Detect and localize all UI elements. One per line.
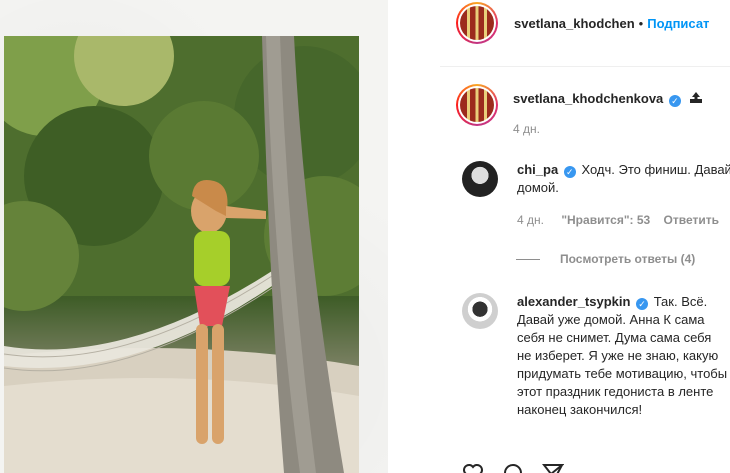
photo-illustration	[4, 36, 359, 473]
caption-block: svetlana_khodchenkova ✓ 4 дн.	[456, 84, 730, 138]
header-separator: •	[638, 15, 644, 31]
post-media-panel	[0, 0, 388, 473]
comment-meta: 4 дн. "Нравится": 53 Ответить	[517, 211, 730, 229]
comment-username[interactable]: chi_pa	[517, 162, 558, 177]
post-header: svetlana_khodchen • Подписат	[456, 2, 709, 44]
comment-likes[interactable]: "Нравится": 53	[561, 213, 650, 227]
caption-time: 4 дн.	[513, 122, 540, 136]
header-divider	[440, 66, 730, 67]
comment-icon[interactable]	[502, 462, 524, 473]
comment-item: alexander_tsypkin ✓ Так. Всё. Давай уже …	[459, 293, 729, 419]
heart-icon[interactable]	[462, 462, 484, 473]
comment-item: chi_pa ✓ Ходч. Это финиш. Давай домой. 4…	[459, 161, 730, 229]
author-avatar[interactable]	[456, 2, 498, 44]
comment-text: Так. Всё. Давай уже домой. Анна К сама с…	[517, 294, 728, 417]
caption-username[interactable]: svetlana_khodchenkova	[513, 91, 663, 106]
share-icon[interactable]	[542, 462, 564, 473]
author-username[interactable]: svetlana_khodchen	[514, 16, 635, 31]
comment-avatar[interactable]	[462, 161, 498, 197]
verified-icon: ✓	[563, 166, 576, 178]
reply-button[interactable]: Ответить	[664, 213, 719, 227]
view-replies-label[interactable]: Посмотреть ответы (4)	[560, 252, 695, 266]
comment-time: 4 дн.	[517, 213, 544, 227]
replies-line	[516, 258, 540, 260]
follow-button[interactable]: Подписат	[647, 16, 709, 31]
action-bar	[462, 462, 564, 473]
comment-avatar[interactable]	[462, 293, 498, 329]
caption-avatar[interactable]	[456, 84, 498, 126]
comment-username[interactable]: alexander_tsypkin	[517, 294, 630, 309]
verified-icon: ✓	[668, 95, 681, 107]
post-photo[interactable]	[4, 36, 359, 473]
verified-icon: ✓	[636, 298, 649, 310]
view-replies-button[interactable]: Посмотреть ответы (4)	[516, 252, 695, 266]
upload-icon	[689, 92, 702, 103]
